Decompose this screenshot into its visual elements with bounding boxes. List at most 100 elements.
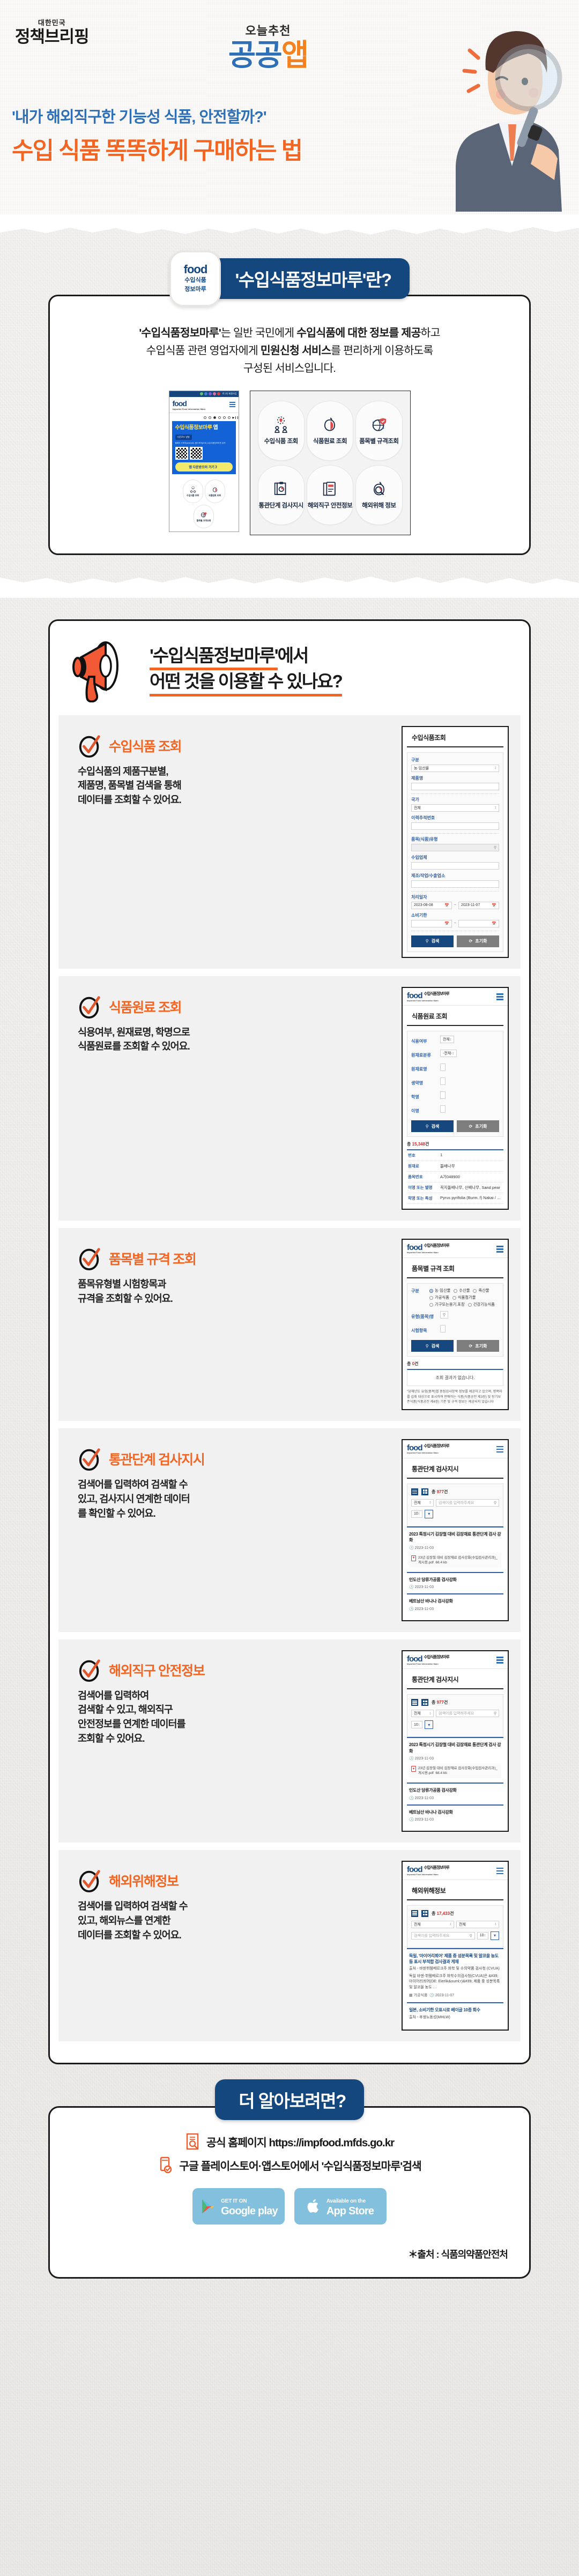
field-importer-input[interactable] — [411, 862, 499, 870]
radio-option[interactable]: 기구또는용기.포장 — [429, 1302, 465, 1307]
hamburger-menu-icon[interactable] — [229, 401, 235, 408]
page-size-select[interactable]: 10 — [411, 1721, 423, 1729]
topbar-auth-links[interactable]: 로그인 회원가입 — [222, 392, 237, 395]
search-input[interactable]: 검색어를 입력하주세요 ⚲ — [436, 1710, 499, 1718]
carousel-dot[interactable] — [222, 416, 226, 419]
carousel-dot[interactable] — [218, 416, 221, 419]
sort-filter-icon[interactable]: ▾ — [491, 1931, 499, 1940]
filter-select[interactable]: 전체 — [411, 1499, 434, 1507]
grid-view-icon[interactable] — [421, 1699, 428, 1706]
news-item[interactable]: 일본, 소비기한 오표시로 베이글 10종 회수 출처 - 후생노동성(MHLW… — [407, 2002, 503, 2025]
reset-button[interactable]: ⟳ 초기화 — [457, 1340, 499, 1352]
news-item[interactable]: 2023 특정시기 김장철 대비 김장재료 통관단계 검사 강화 🕓 2023-… — [407, 1737, 503, 1783]
result-count: 총 977건 — [432, 1699, 448, 1705]
field-row: 유형(품목)명 ⚲ — [411, 1311, 499, 1322]
search-button[interactable]: ⚲ 검색 — [411, 935, 454, 947]
field-manufacturer-input[interactable] — [411, 880, 499, 888]
news-item[interactable]: 2023 특정시기 김장철 대비 김장재료 통관단계 검사 강화 🕓 2023-… — [407, 1526, 503, 1572]
search-input[interactable]: 검색어를 입력하주세요 ⚲ — [436, 1499, 499, 1507]
preview-grid-item[interactable]: 품목별 규격조회 — [194, 505, 214, 528]
news-item[interactable]: 인도산 당류가공품 검사강화 🕓 2023-11-03 — [407, 1783, 503, 1804]
field-product-name-input[interactable] — [411, 782, 499, 790]
field-alias-input[interactable] — [440, 1105, 446, 1113]
app-store-button[interactable]: Available on the App Store — [294, 2188, 387, 2225]
promo-cta-button[interactable]: 앱 다운받으러 가기 》 — [175, 462, 233, 471]
list-view-icon[interactable] — [411, 1699, 418, 1706]
field-herb-name-input[interactable] — [440, 1077, 446, 1085]
app-promo-banner[interactable]: 수입식품정보마루 앱 다운로드 방법 플레이 스토어(android), 앱스토… — [172, 421, 236, 474]
service-icon-food-ingredient[interactable]: 식품원료 조회 — [306, 400, 354, 461]
service-icon-customs-inspection[interactable]: 통관단계 검사지시 — [257, 465, 305, 525]
news-attachment[interactable]: ▼ 23년 김장철 대비 김장재료 검사강화(수입검사관리과)_게시용.pdf … — [409, 1552, 501, 1568]
service-icon-overseas-safety[interactable]: 해외직구 안전정보 — [306, 465, 354, 525]
field-scientific-name-input[interactable] — [440, 1091, 446, 1099]
carousel-play-pause-icon[interactable]: ▶❙❙ — [233, 416, 239, 420]
radio-option[interactable]: 수산물 — [454, 1288, 470, 1293]
carousel-dot[interactable] — [208, 416, 211, 419]
carousel-dot[interactable] — [227, 416, 231, 419]
hamburger-menu-icon[interactable] — [496, 1245, 503, 1254]
preview-header: food Imported Food Information Maru — [169, 397, 239, 413]
news-item[interactable]: 인도산 당류가공품 검사강화 🕓 2023-11-03 — [407, 1571, 503, 1593]
carousel-dots[interactable]: ▶❙❙ — [169, 413, 239, 421]
radio-option[interactable]: 축산물 — [473, 1288, 489, 1293]
news-item[interactable]: 독일, '아이어리푀어' 제품 중 성분목록 및 알코올 농도 등 표시 부적합… — [407, 1948, 503, 2003]
google-play-button[interactable]: GET IT ON Google play — [192, 2188, 285, 2225]
grid-view-icon[interactable] — [421, 1909, 428, 1917]
search-input[interactable]: 검색어를 입력하주세요 ⚲ — [411, 1931, 475, 1940]
service-icon-item-spec[interactable]: 품목별 규격조회 — [355, 400, 403, 461]
radio-option[interactable]: 농·임산물 — [429, 1288, 450, 1293]
check-circle-icon — [79, 1248, 100, 1271]
news-item[interactable]: 베트남산 바나나 검사강화 🕓 2023-11-03 — [407, 1593, 503, 1615]
sort-filter-icon[interactable]: ▾ — [425, 1509, 434, 1518]
hamburger-menu-icon[interactable] — [496, 1444, 503, 1454]
field-item-type-search[interactable]: ⚲ — [411, 843, 499, 851]
carousel-dot[interactable] — [203, 416, 206, 419]
features-title: '수입식품정보마루'에서 어떤 것을 이용할 수 있나요? — [150, 645, 343, 697]
field-country-select[interactable]: 전체 — [411, 804, 499, 812]
count-suffix: 건 — [443, 1700, 448, 1705]
count-prefix: 총 — [432, 1700, 437, 1705]
search-button[interactable]: ⚲ 검색 — [411, 1120, 454, 1133]
sort-filter-icon[interactable]: ▾ — [425, 1720, 434, 1729]
date-to-input[interactable]: 📅 — [458, 919, 499, 927]
page-size-select[interactable]: 10 — [411, 1510, 423, 1518]
field-type-name-search[interactable]: ⚲ — [440, 1311, 449, 1319]
list-view-icon[interactable] — [411, 1909, 418, 1917]
reset-button[interactable]: ⟳ 초기화 — [457, 1120, 499, 1133]
screen-title: 품목별 규격 조회 — [407, 1258, 503, 1279]
field-test-item-input[interactable] — [440, 1325, 446, 1333]
grid-view-icon[interactable] — [421, 1488, 428, 1495]
field-row: 학명 — [411, 1091, 499, 1102]
list-view-icon[interactable] — [411, 1488, 418, 1495]
date-from-input[interactable]: 2023-08-08 📅 — [411, 901, 452, 909]
filter-select-1[interactable]: 전체 — [411, 1920, 454, 1928]
hamburger-menu-icon[interactable] — [496, 1656, 503, 1665]
news-item[interactable]: 베트남산 바나나 검사강화 🕓 2023-11-03 — [407, 1804, 503, 1826]
field-material-name-input[interactable] — [440, 1064, 446, 1072]
news-attachment[interactable]: ▼ 23년 김장철 대비 김장재료 검사강화(수입검사관리과)_게시용.pdf … — [409, 1763, 501, 1779]
homepage-row[interactable]: 공식 홈페이지 https://impfood.mfds.go.kr — [71, 2132, 508, 2151]
date-to-input[interactable]: 2023-11-07 📅 — [458, 901, 499, 909]
field-edible-select[interactable]: 전체 — [440, 1036, 455, 1044]
search-button[interactable]: ⚲ 검색 — [411, 1340, 454, 1352]
service-icon-import-food[interactable]: 수입식품 조회 — [257, 400, 305, 461]
field-gubun-select[interactable]: 농·임산물 — [411, 764, 499, 772]
page-size-select[interactable]: 10 — [477, 1931, 488, 1940]
reset-button[interactable]: ⟳ 초기화 — [457, 935, 499, 947]
radio-option[interactable]: 건강기능식품 — [467, 1302, 495, 1307]
field-trace-number-input[interactable] — [411, 822, 499, 830]
field-category-select[interactable]: -전체- — [440, 1050, 457, 1058]
store-search-row[interactable]: 구글 플레이스토어·앱스토어에서 '수입식품정보마루'검색 — [71, 2156, 508, 2174]
radio-option[interactable]: 식품첨가물 — [452, 1295, 476, 1300]
filter-select-2[interactable]: 전체 — [456, 1920, 499, 1928]
preview-grid-item[interactable]: 식품원료 조회 — [204, 480, 225, 503]
service-icon-overseas-risk[interactable]: 해외위해 정보 — [355, 465, 403, 525]
hamburger-menu-icon[interactable] — [496, 1866, 503, 1876]
filter-select[interactable]: 전체 — [411, 1710, 434, 1718]
date-from-input[interactable]: 📅 — [411, 919, 452, 927]
hamburger-menu-icon[interactable] — [496, 992, 503, 1002]
carousel-dot-active[interactable] — [213, 416, 216, 419]
preview-grid-item[interactable]: 수입식품 조회 — [182, 480, 203, 503]
radio-option[interactable]: 가공식품 — [429, 1295, 449, 1300]
